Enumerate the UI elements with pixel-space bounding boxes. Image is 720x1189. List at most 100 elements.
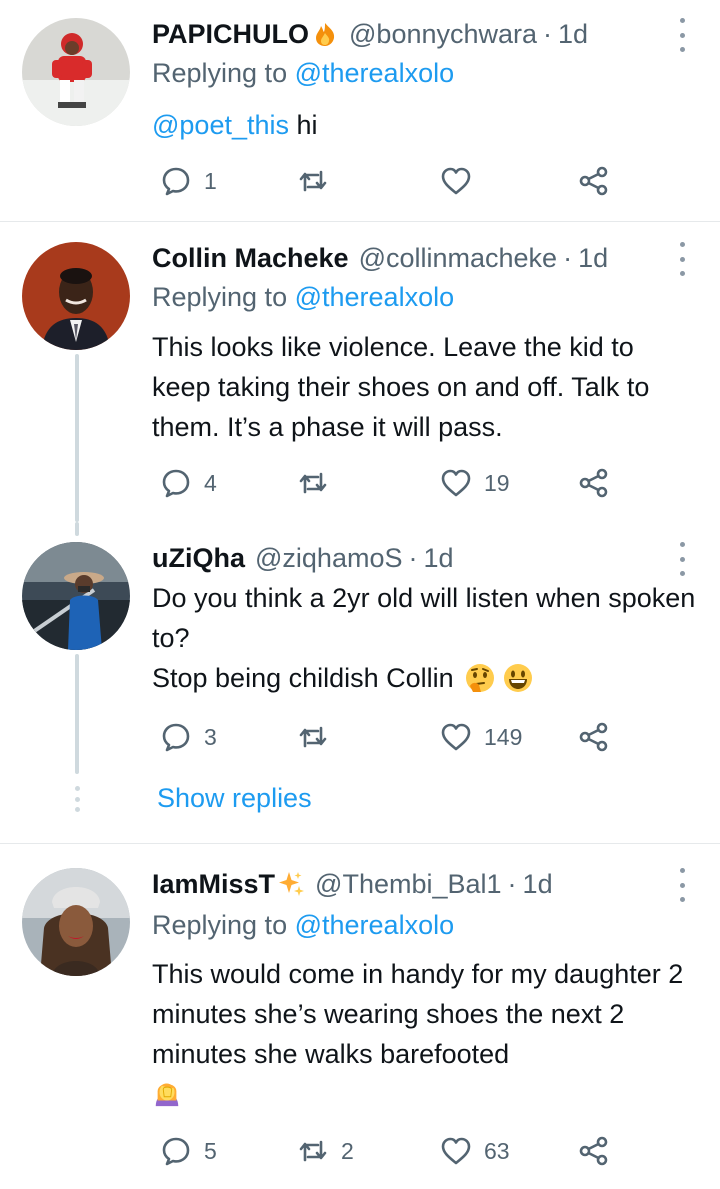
more-options-icon[interactable] <box>678 542 686 576</box>
tweet-text: This looks like violence. Leave the kid … <box>152 332 650 442</box>
replying-mention-link[interactable]: @therealxolo <box>295 910 455 940</box>
fire-emoji-icon <box>316 23 335 46</box>
retweet-icon <box>299 726 327 748</box>
user-handle[interactable]: @collinmacheke <box>359 243 558 274</box>
thinking-face-emoji-icon <box>465 664 494 692</box>
share-button[interactable] <box>578 720 610 754</box>
replying-label: Replying to <box>152 58 288 88</box>
heart-icon <box>441 723 471 751</box>
retweet-button[interactable] <box>297 720 341 754</box>
thread-continuation-dots <box>74 786 80 812</box>
action-bar: 5 2 63 <box>160 1134 620 1168</box>
share-icon <box>579 166 608 196</box>
tweet-3[interactable]: uZiQha @ziqhamoS · 1d Do you think a 2yr… <box>0 522 720 774</box>
retweet-button[interactable] <box>297 164 341 198</box>
avatar-photo-icon <box>22 542 130 650</box>
replying-to: Replying to @therealxolo <box>152 910 454 941</box>
reply-count: 3 <box>204 723 217 750</box>
timestamp[interactable]: 1d <box>523 869 553 900</box>
tweet-text: Do you think a 2yr old will listen when … <box>152 578 697 698</box>
avatar[interactable] <box>22 18 130 126</box>
more-options-icon[interactable] <box>678 868 686 902</box>
replying-label: Replying to <box>152 282 288 312</box>
like-button[interactable]: 19 <box>440 466 510 500</box>
heart-icon <box>441 167 471 195</box>
show-replies-link[interactable]: Show replies <box>157 783 312 814</box>
share-button[interactable] <box>578 164 610 198</box>
woman-facepalming-emoji-icon <box>155 1083 179 1107</box>
like-count: 149 <box>484 723 523 750</box>
share-icon <box>579 722 608 752</box>
heart-icon <box>441 469 471 497</box>
separator-dot: · <box>563 242 573 273</box>
share-icon <box>579 468 608 498</box>
more-options-icon[interactable] <box>678 242 686 276</box>
like-button[interactable] <box>440 164 484 198</box>
retweet-button[interactable]: 2 <box>297 1134 354 1168</box>
more-options-icon[interactable] <box>678 18 686 52</box>
user-handle[interactable]: @ziqhamoS <box>255 543 402 574</box>
reply-icon <box>162 469 190 498</box>
retweet-count: 2 <box>341 1137 354 1164</box>
retweet-icon <box>299 472 327 494</box>
tweet-4[interactable]: IamMissT @Thembi_Bal1 · 1d Replying to @… <box>0 844 720 1189</box>
avatar[interactable] <box>22 242 130 350</box>
like-count: 19 <box>484 469 510 496</box>
separator-dot: · <box>408 542 418 573</box>
retweet-icon <box>299 170 327 192</box>
tweet-text-content: hi <box>289 110 318 140</box>
replying-mention-link[interactable]: @therealxolo <box>295 282 455 312</box>
avatar-photo-icon <box>22 18 130 126</box>
retweet-button[interactable] <box>297 466 341 500</box>
reply-button[interactable]: 3 <box>160 720 217 754</box>
heart-icon <box>441 1137 471 1165</box>
tweet-text-content: Stop being childish Collin <box>152 663 454 693</box>
avatar-photo-icon <box>22 242 130 350</box>
like-button[interactable]: 149 <box>440 720 522 754</box>
replying-to: Replying to @therealxolo <box>152 58 454 89</box>
avatar[interactable] <box>22 542 130 650</box>
reply-button[interactable]: 1 <box>160 164 217 198</box>
reply-button[interactable]: 4 <box>160 466 217 500</box>
user-handle[interactable]: @bonnychwara <box>349 19 537 50</box>
timestamp[interactable]: 1d <box>578 243 608 274</box>
display-name[interactable]: PAPICHULO <box>152 19 309 50</box>
reply-count: 5 <box>204 1137 217 1164</box>
share-icon <box>579 1136 608 1166</box>
display-name[interactable]: uZiQha <box>152 543 245 574</box>
display-name[interactable]: IamMissT <box>152 869 275 900</box>
user-handle[interactable]: @Thembi_Bal1 <box>315 869 502 900</box>
display-name[interactable]: Collin Macheke <box>152 243 349 274</box>
grinning-face-emoji-icon <box>503 664 532 692</box>
mention-link[interactable]: @poet_this <box>152 110 289 140</box>
reply-count: 1 <box>204 167 217 194</box>
reply-icon <box>162 167 190 196</box>
tweet-text-content: This would come in handy for my daughter… <box>152 959 684 1069</box>
separator-dot: · <box>507 868 517 899</box>
reply-button[interactable]: 5 <box>160 1134 217 1168</box>
action-bar: 4 19 <box>160 466 620 500</box>
replying-mention-link[interactable]: @therealxolo <box>295 58 455 88</box>
share-button[interactable] <box>578 1134 610 1168</box>
reply-icon <box>162 723 190 752</box>
tweet-1[interactable]: PAPICHULO @bonnychwara · 1d Replying to … <box>0 0 720 221</box>
reply-icon <box>162 1137 190 1166</box>
replying-label: Replying to <box>152 910 288 940</box>
tweet-text-line: Stop being childish Collin <box>152 658 697 698</box>
share-button[interactable] <box>578 466 610 500</box>
tweet-text-line: Do you think a 2yr old will listen when … <box>152 583 696 653</box>
reply-count: 4 <box>204 469 217 496</box>
separator-dot: · <box>543 18 553 49</box>
timestamp[interactable]: 1d <box>423 543 453 574</box>
timestamp[interactable]: 1d <box>558 19 588 50</box>
tweet-text: @poet_this hi <box>152 105 697 145</box>
thread-line <box>75 522 79 536</box>
avatar[interactable] <box>22 868 130 976</box>
tweet-2[interactable]: Collin Macheke @collinmacheke · 1d Reply… <box>0 222 720 522</box>
sparkles-emoji-icon <box>279 872 305 896</box>
thread-line <box>75 354 79 522</box>
like-button[interactable]: 63 <box>440 1134 510 1168</box>
tweet-text: This would come in handy for my daughter… <box>152 954 697 1108</box>
thread-line <box>75 654 79 774</box>
avatar-photo-icon <box>22 868 130 976</box>
